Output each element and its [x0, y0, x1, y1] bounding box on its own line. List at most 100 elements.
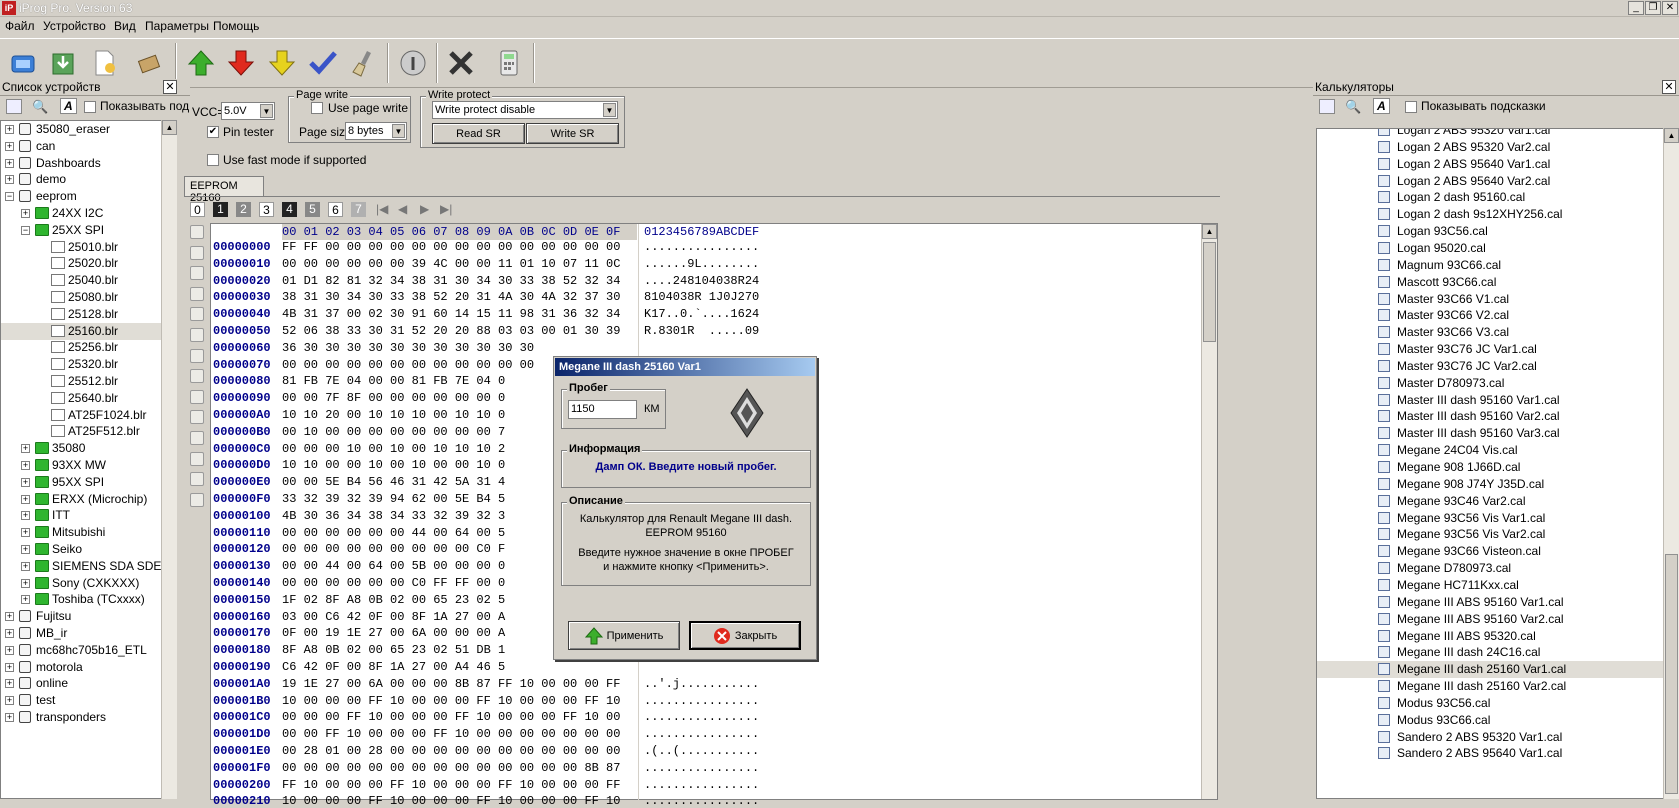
tree-item[interactable]: + test [1, 692, 163, 709]
arrow-down-red-icon[interactable] [221, 43, 261, 83]
hex-row-ascii[interactable]: R.8301R .....09 [644, 324, 759, 338]
hex-row-ascii[interactable]: ................ [644, 761, 759, 775]
hex-row-bytes[interactable]: 8F A8 0B 02 00 65 23 02 51 DB 1 [282, 643, 505, 657]
calculator-item[interactable]: Logan 93C56.cal [1317, 223, 1663, 240]
hex-row-ascii[interactable]: K17..0.`....1624 [644, 307, 759, 321]
hex-row-bytes[interactable]: 10 10 20 00 10 10 10 00 10 10 0 [282, 408, 505, 422]
hex-row-ascii[interactable]: 8104038R 1J0J270 [644, 290, 759, 304]
mileage-input[interactable]: 1150 [568, 400, 637, 419]
calculator-item[interactable]: Master 93C66 V2.cal [1317, 307, 1663, 324]
hex-row-bytes[interactable]: 01 D1 82 81 32 34 38 31 30 34 30 33 38 5… [282, 274, 620, 288]
compare-icon[interactable] [190, 328, 204, 342]
page-button-2[interactable]: 2 [236, 202, 251, 217]
calculator-item[interactable]: Master 93C66 V3.cal [1317, 324, 1663, 341]
tree-item[interactable]: + MB_ir [1, 625, 163, 642]
expand-icon[interactable]: + [5, 629, 14, 638]
hex-row-bytes[interactable]: 38 31 30 34 30 33 38 52 20 31 4A 30 4A 3… [282, 290, 620, 304]
calculators-scrollbar[interactable]: ▲ [1663, 128, 1679, 799]
hex-row-bytes[interactable]: 00 00 44 00 64 00 5B 00 00 00 0 [282, 559, 505, 573]
restore-icon[interactable]: ❐ [1645, 1, 1661, 15]
hex-row-bytes[interactable]: 03 00 C6 42 0F 00 8F 1A 27 00 A [282, 610, 505, 624]
hex-row-ascii[interactable]: ................ [644, 240, 759, 254]
goto-icon[interactable] [190, 410, 204, 425]
tree-item[interactable]: + Sony (CXKXXX) [1, 575, 163, 592]
tree-item[interactable]: 25128.blr [1, 306, 163, 323]
tree-item[interactable]: + Fujitsu [1, 608, 163, 625]
refresh-icon[interactable] [190, 451, 204, 466]
hex-row-bytes[interactable]: 10 00 00 00 FF 10 00 00 00 FF 10 00 00 0… [282, 794, 620, 808]
hex-row-bytes[interactable]: 81 FB 7E 04 00 00 81 FB 7E 04 0 [282, 374, 505, 388]
calculator-item[interactable]: Megane 24C04 Vis.cal [1317, 442, 1663, 459]
new-page-icon[interactable] [190, 225, 204, 239]
calculator-item[interactable]: Logan 95020.cal [1317, 240, 1663, 257]
hex-scrollbar[interactable]: ▲ [1201, 224, 1217, 799]
search-icon[interactable]: 🔍 [1345, 99, 1361, 115]
last-page-icon[interactable]: ▶| [440, 202, 452, 216]
hex-row-ascii[interactable]: ................ [644, 694, 759, 708]
hex-row-bytes[interactable]: 33 32 39 32 39 94 62 00 5E B4 5 [282, 492, 505, 506]
tree-item[interactable]: AT25F512.blr [1, 423, 163, 440]
fast-mode-checkbox[interactable] [207, 154, 219, 166]
expand-icon[interactable]: + [5, 713, 14, 722]
hex-row-bytes[interactable]: 00 00 00 10 00 10 00 10 10 10 2 [282, 442, 505, 456]
tree-item[interactable]: 25020.blr [1, 255, 163, 272]
tree-item[interactable]: AT25F1024.blr [1, 407, 163, 424]
open-file-icon[interactable] [84, 43, 124, 83]
cancel-icon[interactable] [441, 43, 481, 83]
swap-icon[interactable] [190, 472, 204, 487]
calculator-item[interactable]: Mascott 93C66.cal [1317, 274, 1663, 291]
expand-icon[interactable]: + [21, 511, 30, 521]
hex-row-bytes[interactable]: 00 00 00 00 00 00 39 4C 00 00 11 01 10 0… [282, 257, 620, 271]
tree-item[interactable]: +93XX MW [1, 457, 163, 474]
next-page-icon[interactable]: ▶ [420, 202, 429, 216]
hex-row-bytes[interactable]: 00 28 01 00 28 00 00 00 00 00 00 00 00 0… [282, 744, 620, 758]
tree-item[interactable]: +95XX SPI [1, 474, 163, 491]
calculator-icon[interactable] [489, 43, 529, 83]
tree-item[interactable]: + online [1, 675, 163, 692]
calculator-item[interactable]: Master III dash 95160 Var3.cal [1317, 425, 1663, 442]
hex-row-bytes[interactable]: 00 00 00 00 00 00 C0 FF FF 00 0 [282, 576, 505, 590]
hex-row-bytes[interactable]: 00 00 00 00 00 00 44 00 64 00 5 [282, 526, 505, 540]
calculator-item[interactable]: Megane 93C56 Vis Var2.cal [1317, 526, 1663, 543]
open-device-icon[interactable] [3, 43, 43, 83]
tree-view-icon[interactable] [6, 99, 22, 114]
calculator-item[interactable]: Modus 93C66.cal [1317, 712, 1663, 729]
close-button[interactable]: Закрыть [689, 621, 801, 650]
hex-row-bytes[interactable]: 00 00 00 00 00 00 00 00 00 00 00 00 00 0… [282, 761, 620, 775]
calculator-item[interactable]: Megane III dash 25160 Var1.cal [1317, 661, 1663, 679]
show-hints-checkbox[interactable] [1405, 101, 1417, 113]
hex-row-bytes[interactable]: 1F 02 8F A8 0B 02 00 65 23 02 5 [282, 593, 505, 607]
vcc-select[interactable]: 5.0V ▼ [221, 102, 275, 120]
calculator-item[interactable]: Megane D780973.cal [1317, 560, 1663, 577]
show-hints-checkbox[interactable] [84, 101, 96, 113]
bulb-icon[interactable] [190, 369, 204, 384]
calculator-item[interactable]: Master 93C76 JC Var2.cal [1317, 358, 1663, 375]
tree-item[interactable]: + motorola [1, 659, 163, 676]
expand-icon[interactable]: − [21, 225, 30, 235]
use-page-write-checkbox[interactable] [311, 102, 323, 114]
calculator-item[interactable]: Magnum 93C66.cal [1317, 257, 1663, 274]
scroll-up-icon[interactable]: ▲ [1664, 128, 1679, 143]
page-button-5[interactable]: 5 [305, 202, 320, 217]
expand-icon[interactable]: + [5, 175, 14, 185]
calculator-item[interactable]: Logan 2 ABS 95320 Var2.cal [1317, 139, 1663, 156]
hex-row-bytes[interactable]: 19 1E 27 00 6A 00 00 00 8B 87 FF 10 00 0… [282, 677, 620, 691]
calculator-item[interactable]: Sandero 2 ABS 95640 Var1.cal [1317, 745, 1663, 762]
hex-row-ascii[interactable]: ................ [644, 794, 759, 808]
calculator-item[interactable]: Logan 2 dash 9s12XHY256.cal [1317, 206, 1663, 223]
expand-icon[interactable]: + [5, 645, 14, 655]
hex-row-bytes[interactable]: 00 00 7F 8F 00 00 00 00 00 00 0 [282, 391, 505, 405]
tree-item[interactable]: + ITT [1, 507, 163, 524]
close-panel-icon[interactable]: ✕ [163, 80, 177, 94]
device-tree[interactable]: +35080_eraser + can + Dashboards + demo − eeprom… [0, 120, 176, 799]
tab-eeprom[interactable]: EEPROM 25160 [184, 176, 264, 204]
expand-icon[interactable]: + [21, 461, 30, 470]
expand-icon[interactable]: + [5, 612, 14, 622]
hex-row-ascii[interactable]: ................ [644, 727, 759, 741]
chevron-down-icon[interactable]: ▼ [603, 103, 616, 117]
tree-item[interactable]: + mc68hc705b16_ETL [1, 642, 163, 659]
hex-row-bytes[interactable]: 00 00 00 FF 10 00 00 00 FF 10 00 00 00 F… [282, 710, 620, 724]
tree-item[interactable]: 25320.blr [1, 356, 163, 373]
expand-icon[interactable]: + [21, 595, 30, 605]
expand-icon[interactable]: + [21, 477, 30, 487]
